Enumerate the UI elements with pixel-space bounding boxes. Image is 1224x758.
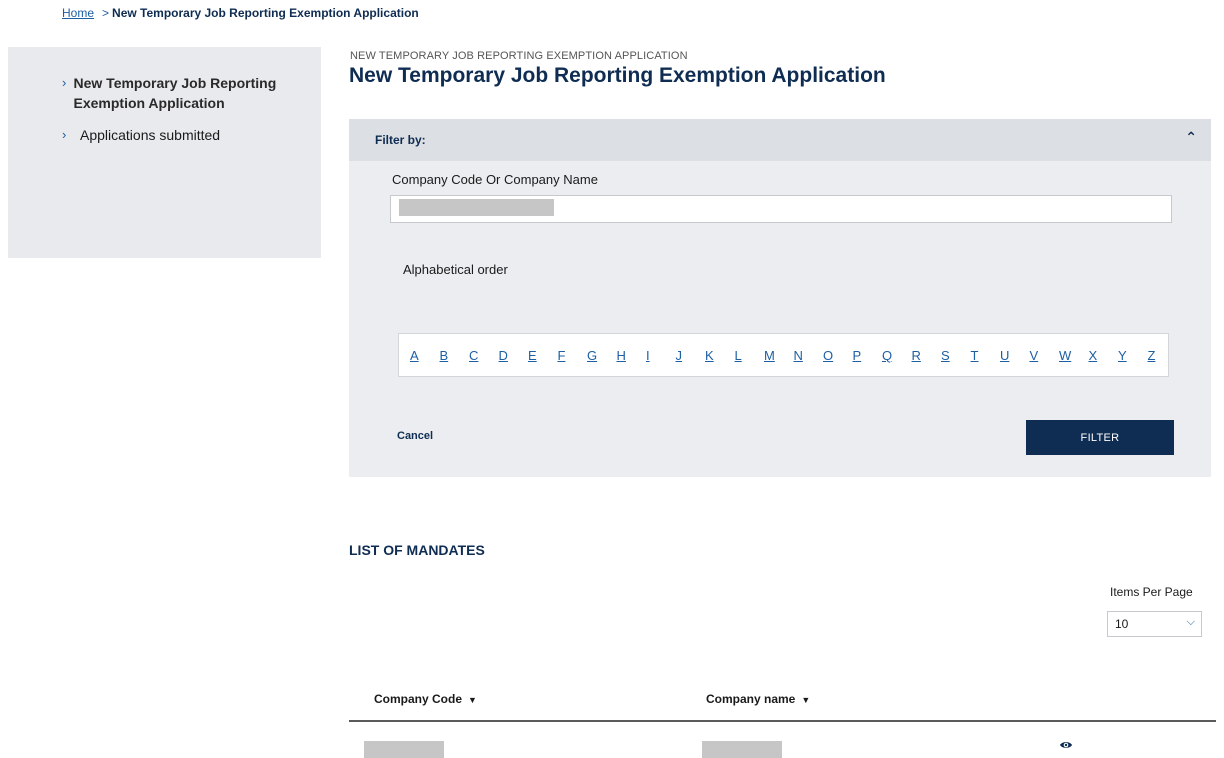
- alphabet-letter-m[interactable]: M: [764, 348, 794, 363]
- sort-down-icon: ▼: [468, 695, 477, 705]
- company-search-input[interactable]: [390, 195, 1172, 223]
- breadcrumb-home-link[interactable]: Home: [62, 6, 94, 20]
- alphabet-letter-x[interactable]: X: [1089, 348, 1119, 363]
- chevron-right-icon: ›: [62, 127, 67, 142]
- column-header-company-name[interactable]: Company name ▼: [706, 692, 810, 706]
- alphabet-filter: ABCDEFGHIJKLMNOPQRSTUVWXYZ: [398, 333, 1169, 377]
- alphabet-letter-e[interactable]: E: [528, 348, 558, 363]
- alphabet-letter-i[interactable]: I: [646, 348, 676, 363]
- items-per-page-value: 10: [1115, 617, 1129, 631]
- alphabet-letter-b[interactable]: B: [440, 348, 470, 363]
- alphabet-letter-v[interactable]: V: [1030, 348, 1060, 363]
- alphabet-letter-w[interactable]: W: [1059, 348, 1089, 363]
- breadcrumb: Home > New Temporary Job Reporting Exempti…: [62, 6, 419, 20]
- redacted-company-code: [364, 741, 444, 758]
- redacted-company-name: [702, 741, 782, 758]
- items-per-page-select[interactable]: 10 ⌵: [1107, 611, 1202, 637]
- alphabet-letter-h[interactable]: H: [617, 348, 647, 363]
- column-header-company-code[interactable]: Company Code ▼: [374, 692, 477, 706]
- sort-down-icon: ▼: [801, 695, 811, 705]
- eye-icon[interactable]: [1059, 738, 1073, 752]
- redacted-value: [399, 199, 554, 216]
- alphabet-letter-s[interactable]: S: [941, 348, 971, 363]
- sidebar-item-label: New Temporary Job Reporting Exemption Ap…: [73, 75, 277, 111]
- alphabet-letter-c[interactable]: C: [469, 348, 499, 363]
- items-per-page-label: Items Per Page: [1110, 585, 1193, 599]
- filter-panel: Filter by: ⌃ Company Code Or Company Nam…: [349, 119, 1211, 477]
- alphabet-letter-k[interactable]: K: [705, 348, 735, 363]
- alphabet-letter-u[interactable]: U: [1000, 348, 1030, 363]
- column-header-label: Company Code: [374, 692, 463, 706]
- column-header-label: Company name: [706, 692, 796, 706]
- list-title: LIST OF MANDATES: [349, 542, 485, 558]
- filter-panel-title: Filter by:: [375, 133, 426, 147]
- company-search-label: Company Code Or Company Name: [392, 172, 598, 187]
- filter-button[interactable]: FILTER: [1026, 420, 1174, 455]
- filter-panel-header[interactable]: Filter by: ⌃: [349, 119, 1211, 161]
- chevron-up-icon[interactable]: ⌃: [1185, 129, 1197, 146]
- alphabet-letter-f[interactable]: F: [558, 348, 588, 363]
- breadcrumb-separator: >: [102, 6, 110, 20]
- alphabet-letter-a[interactable]: A: [410, 348, 440, 363]
- alphabet-letters: ABCDEFGHIJKLMNOPQRSTUVWXYZ: [410, 348, 1177, 363]
- alphabet-letter-t[interactable]: T: [971, 348, 1001, 363]
- alphabet-letter-z[interactable]: Z: [1148, 348, 1178, 363]
- breadcrumb-current: New Temporary Job Reporting Exemption Ap…: [112, 6, 419, 20]
- alphabet-letter-j[interactable]: J: [676, 348, 706, 363]
- alphabet-letter-r[interactable]: R: [912, 348, 942, 363]
- alphabet-letter-p[interactable]: P: [853, 348, 883, 363]
- alphabetical-order-label: Alphabetical order: [403, 262, 508, 277]
- alphabet-letter-n[interactable]: N: [794, 348, 824, 363]
- alphabet-letter-l[interactable]: L: [735, 348, 765, 363]
- table-header-divider: [349, 720, 1216, 722]
- page-kicker: NEW TEMPORARY JOB REPORTING EXEMPTION AP…: [350, 50, 688, 62]
- sidebar-item-applications-submitted[interactable]: › Applications submitted: [62, 125, 220, 145]
- sidebar-item-label: Applications submitted: [80, 127, 221, 143]
- alphabet-letter-d[interactable]: D: [499, 348, 529, 363]
- alphabet-letter-g[interactable]: G: [587, 348, 617, 363]
- alphabet-letter-q[interactable]: Q: [882, 348, 912, 363]
- page-title: New Temporary Job Reporting Exemption Ap…: [349, 64, 886, 87]
- alphabet-letter-o[interactable]: O: [823, 348, 853, 363]
- chevron-right-icon: ›: [62, 75, 67, 90]
- sidebar-item-new-application[interactable]: › New Temporary Job Reporting Exemption …: [62, 73, 302, 113]
- cancel-link[interactable]: Cancel: [397, 430, 433, 442]
- alphabet-letter-y[interactable]: Y: [1118, 348, 1148, 363]
- chevron-down-icon: ⌵: [1186, 616, 1195, 628]
